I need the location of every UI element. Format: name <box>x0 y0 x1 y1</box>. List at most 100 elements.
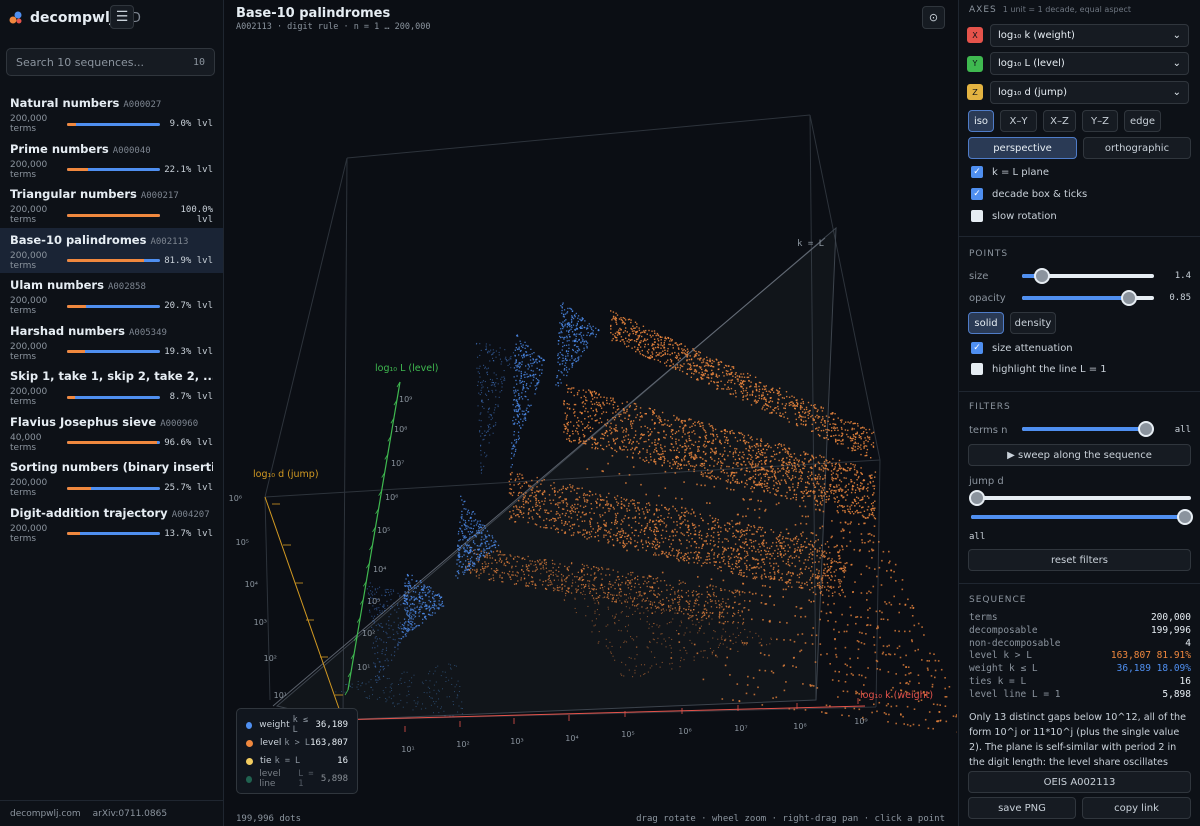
data-point <box>537 513 539 515</box>
data-point <box>866 490 869 492</box>
data-point <box>547 578 549 581</box>
level-share-pct: 19.3% lvl <box>164 346 213 357</box>
data-point <box>615 516 617 519</box>
data-point <box>661 504 663 506</box>
data-point <box>662 350 664 352</box>
data-point <box>850 421 852 423</box>
data-point <box>712 442 714 445</box>
data-point <box>731 371 733 374</box>
arxiv-link[interactable]: arXiv:0711.0865 <box>93 809 167 819</box>
data-point <box>582 511 584 513</box>
data-point <box>762 452 764 454</box>
data-point <box>615 321 617 324</box>
data-point <box>846 469 849 472</box>
data-point <box>717 567 719 570</box>
data-point <box>814 503 817 506</box>
data-point <box>554 563 556 565</box>
data-point <box>531 560 533 562</box>
data-point <box>521 477 523 479</box>
sequence-item[interactable]: Prime numbers A000040 200,000 terms 22.1%… <box>0 137 223 183</box>
data-point <box>710 433 712 435</box>
data-point <box>674 342 676 344</box>
menu-button[interactable]: ☰ <box>110 5 134 29</box>
sequence-item[interactable]: Digit-addition trajectory A004207 200,000… <box>0 501 223 547</box>
plot-area[interactable]: k = L 10¹ 10² 10³ 10⁴ 10⁵ 10⁶ 10⁷ 10⁸ 10⁹ 10¹ 10² 10… <box>225 0 957 826</box>
sequence-item[interactable]: Skip 1, take 1, skip 2, take 2, ...A0042… <box>0 364 223 410</box>
data-point <box>531 576 533 578</box>
data-point <box>659 361 661 363</box>
sequence-item[interactable]: Sorting numbers (binary insertion)A00185… <box>0 455 223 501</box>
data-point <box>723 458 726 460</box>
data-point <box>575 591 578 593</box>
data-point <box>652 578 654 580</box>
level-share-bar <box>67 441 161 444</box>
data-point <box>842 570 845 572</box>
data-point <box>828 590 830 592</box>
data-point <box>513 583 516 585</box>
data-point <box>700 366 702 368</box>
data-point <box>557 528 559 530</box>
sequence-item[interactable]: Base-10 palindromes A002113 200,000 terms… <box>0 227 223 273</box>
data-point <box>647 502 650 504</box>
data-point <box>734 481 736 483</box>
data-point <box>756 452 758 454</box>
data-point <box>705 617 708 620</box>
data-point <box>624 330 626 332</box>
sequence-item[interactable]: Flavius Josephus sieve A000960 40,000 ter… <box>0 410 223 456</box>
data-point <box>614 521 616 524</box>
data-point <box>800 522 802 525</box>
data-point <box>777 487 780 489</box>
data-point <box>867 624 869 626</box>
data-point <box>559 563 561 565</box>
search-box[interactable]: 10 <box>6 48 215 76</box>
data-point <box>808 599 810 602</box>
data-point <box>518 492 520 494</box>
data-point <box>792 483 794 485</box>
search-input[interactable] <box>16 55 176 69</box>
data-point <box>707 441 709 443</box>
data-point <box>706 586 708 589</box>
data-point <box>593 579 595 581</box>
sequence-item[interactable]: Triangular numbers A000217 200,000 terms … <box>0 182 223 228</box>
data-point <box>760 500 762 502</box>
site-link[interactable]: decompwlj.com <box>10 809 81 819</box>
data-point <box>843 576 845 578</box>
sequence-item[interactable]: Ulam numbers A002858 200,000 terms 20.7% … <box>0 273 223 319</box>
data-point <box>849 436 852 438</box>
data-point <box>829 568 831 570</box>
data-point <box>599 595 601 597</box>
data-point <box>837 511 839 514</box>
data-point <box>814 486 816 488</box>
data-point <box>658 509 660 511</box>
data-point <box>838 593 840 595</box>
data-point <box>764 549 766 552</box>
data-point <box>766 473 768 476</box>
data-point <box>793 640 796 643</box>
data-point <box>834 429 836 431</box>
data-point <box>715 374 718 377</box>
data-point <box>819 435 821 437</box>
plot-3d-canvas[interactable]: k = L10¹10² 10³ 10⁴ 10⁵ 10⁶ 10⁷ 10⁸10⁹10¹10²10… <box>225 0 957 826</box>
data-point <box>842 567 844 569</box>
data-point <box>827 420 829 422</box>
data-point <box>758 508 761 510</box>
data-point <box>755 483 758 486</box>
data-point <box>752 558 754 560</box>
data-point <box>818 483 820 485</box>
data-point <box>667 509 669 511</box>
data-point <box>480 550 482 552</box>
data-point <box>780 443 782 446</box>
data-point <box>599 503 601 505</box>
data-point <box>881 559 883 562</box>
data-point <box>521 569 523 571</box>
data-point <box>809 589 811 591</box>
data-point <box>726 530 729 533</box>
sequence-item[interactable]: Harshad numbers A005349 200,000 terms 19.… <box>0 319 223 365</box>
sequence-item[interactable]: Natural numbers A000027 200,000 terms 9.0… <box>0 91 223 137</box>
data-point <box>742 383 745 386</box>
data-point <box>867 516 869 519</box>
data-point <box>642 583 645 585</box>
data-point <box>621 420 624 422</box>
data-point <box>728 558 731 560</box>
data-point <box>777 471 779 473</box>
